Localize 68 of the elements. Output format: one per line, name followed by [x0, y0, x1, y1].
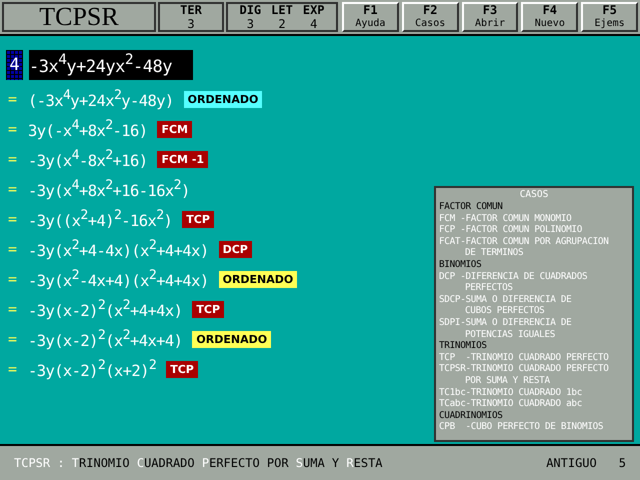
- equals-sign: =: [7, 210, 18, 228]
- equals-sign: =: [7, 120, 18, 138]
- expression-input[interactable]: -3x$^{4}$y+24yx$^{2}$-48y: [29, 50, 193, 80]
- case-line: FCAT-FACTOR COMUN POR AGRUPACION: [439, 236, 610, 248]
- case-line: SDCP-SUMA O DIFERENCIA DE: [439, 294, 572, 306]
- mode-label: ANTIGUO: [546, 456, 597, 470]
- step-expression: (-3x$^{4}$y+24x$^{2}$y-48y): [28, 88, 174, 110]
- case-line: FCM -FACTOR COMUN MONOMIO: [439, 212, 572, 224]
- panel-title: CASOS: [520, 189, 548, 201]
- case-line: POTENCIAS IGUALES: [464, 328, 556, 340]
- case-line: CPB -CUBO PERFECTO DE BINOMIOS: [439, 421, 604, 433]
- case-tag: DCP: [218, 240, 252, 258]
- case-tag: ORDENADO: [192, 330, 272, 348]
- step-expression: 3y(-x$^{4}$+8x$^{2}$-16): [28, 118, 148, 140]
- counter-label: LET: [271, 4, 293, 16]
- case-tag: TCP: [166, 360, 198, 378]
- function-key-button[interactable]: F4 Nuevo: [521, 2, 578, 32]
- step-expression: -3y(x$^{2}$-4x+4)(x$^{2}$+4+4x): [28, 268, 209, 290]
- counter-label: EXP: [302, 4, 325, 16]
- counter-label: TER: [180, 4, 202, 16]
- counter-value: 2: [278, 16, 286, 30]
- equals-sign: =: [7, 240, 18, 258]
- case-tag: FCM: [157, 120, 192, 138]
- equals-sign: =: [7, 150, 18, 168]
- equals-sign: =: [7, 300, 18, 318]
- case-tag: ORDENADO: [184, 90, 262, 108]
- equals-sign: =: [7, 90, 18, 108]
- case-tag: TCP: [182, 210, 214, 228]
- step-expression: -3y(x-2)$^{2}$(x$^{2}$+4+4x): [28, 298, 182, 320]
- step-expression: -3y(x-2)$^{2}$(x+2)$^{2}$: [28, 358, 156, 380]
- case-line: POR SUMA Y RESTA: [464, 374, 551, 386]
- case-line: TCP -TRINOMIO CUADRADO PERFECTO: [439, 352, 610, 364]
- case-tag: ORDENADO: [218, 270, 298, 288]
- section-heading: BINOMIOS: [439, 258, 482, 271]
- case-line: DE TERMINOS: [464, 247, 524, 259]
- counter-value: 3: [246, 16, 254, 30]
- step-expression: -3y(x$^{2}$+4-4x)(x$^{2}$+4+4x): [28, 238, 209, 260]
- step-expression: -3y((x$^{2}$+4)$^{2}$-16x$^{2}$): [28, 208, 172, 230]
- status-count: 5: [618, 456, 626, 470]
- counter-label: DIG: [239, 4, 262, 16]
- function-key-button[interactable]: F2 Casos: [402, 2, 459, 32]
- section-heading: TRINOMIOS: [439, 340, 488, 352]
- counter-value: 3: [187, 16, 195, 30]
- step-expression: -3y(x$^{4}$-8x$^{2}$+16): [28, 148, 148, 170]
- case-line: SDPI-SUMA O DIFERENCIA DE: [439, 316, 572, 329]
- case-line: TCPSR-TRINOMIO CUADRADO PERFECTO: [439, 363, 610, 375]
- section-heading: CUADRINOMIOS: [439, 410, 504, 422]
- section-heading: FACTOR COMUN: [439, 201, 504, 213]
- function-key-button[interactable]: F5 Ejems: [581, 2, 638, 32]
- equals-sign: =: [7, 180, 18, 198]
- equals-sign: =: [7, 330, 18, 348]
- case-tag: TCP: [192, 300, 224, 318]
- case-line: PERFECTOS: [464, 282, 514, 294]
- function-key-button[interactable]: F3 Abrir: [462, 2, 518, 32]
- status-description: TCPSR : TRINOMIO CUADRADO PERFECTO POR SUMA Y RESTA: [14, 456, 383, 470]
- counter-value: 4: [310, 16, 318, 30]
- case-line: TCabc-TRINOMIO CUADRADO abc: [439, 398, 584, 410]
- step-expression: -3y(x-2)$^{2}$(x$^{2}$+4x+4): [28, 328, 182, 350]
- app-title: TCPSR: [2, 2, 156, 32]
- case-line: TC1bc-TRINOMIO CUADRADO 1bc: [439, 386, 584, 398]
- case-tag: FCM -1: [157, 150, 208, 168]
- equals-sign: =: [7, 270, 18, 288]
- case-line: FCP -FACTOR COMUN POLINOMIO: [439, 224, 584, 236]
- case-line: CUBOS PERFECTOS: [464, 305, 546, 317]
- function-key-button[interactable]: F1 Ayuda: [342, 2, 399, 32]
- equals-sign: =: [7, 360, 18, 378]
- case-line: DCP -DIFERENCIA DE CUADRADOS: [439, 270, 588, 282]
- step-expression: -3y(x$^{4}$+8x$^{2}$+16-16x$^{2}$): [28, 178, 190, 200]
